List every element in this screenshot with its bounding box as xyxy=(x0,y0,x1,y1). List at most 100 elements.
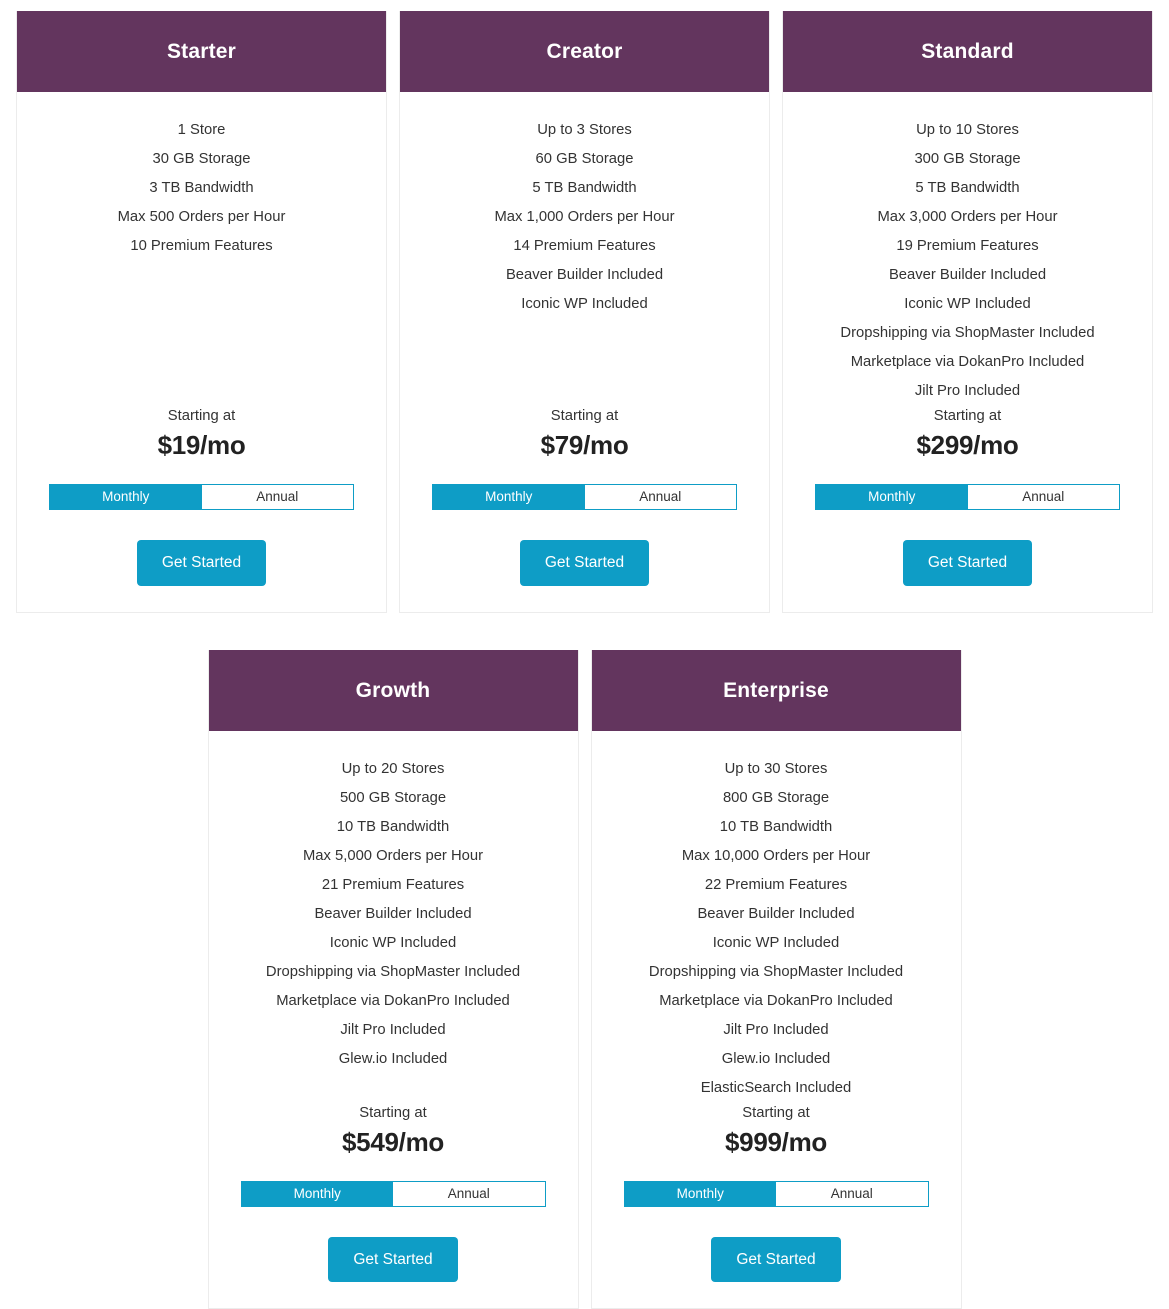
plan-title: Creator xyxy=(546,41,622,62)
billing-term-toggle[interactable]: MonthlyAnnual xyxy=(49,484,354,510)
feature-item: Glew.io Included xyxy=(219,1045,568,1074)
get-started-button[interactable]: Get Started xyxy=(711,1237,840,1283)
price-block: Starting at$299/mo xyxy=(793,406,1142,468)
feature-item: 19 Premium Features xyxy=(793,232,1142,261)
feature-item: Beaver Builder Included xyxy=(602,900,951,929)
feature-list: Up to 30 Stores800 GB Storage10 TB Bandw… xyxy=(602,755,951,1103)
feature-item: Up to 30 Stores xyxy=(602,755,951,784)
feature-item: 21 Premium Features xyxy=(219,871,568,900)
plan-title: Growth xyxy=(356,680,431,701)
feature-item: Iconic WP Included xyxy=(793,290,1142,319)
term-option-monthly[interactable]: Monthly xyxy=(50,485,202,509)
feature-item: Dropshipping via ShopMaster Included xyxy=(219,958,568,987)
feature-item: 10 TB Bandwidth xyxy=(219,813,568,842)
term-option-monthly[interactable]: Monthly xyxy=(625,1182,777,1206)
starting-at-label: Starting at xyxy=(219,1103,568,1123)
cta-container: Get Started xyxy=(219,1207,568,1309)
price-block: Starting at$79/mo xyxy=(410,406,759,468)
pricing-card-creator: Creator Up to 3 Stores60 GB Storage5 TB B… xyxy=(399,11,770,613)
feature-item: Iconic WP Included xyxy=(602,929,951,958)
feature-item: Max 500 Orders per Hour xyxy=(27,203,376,232)
feature-list: Up to 20 Stores500 GB Storage10 TB Bandw… xyxy=(219,755,568,1074)
feature-list: 1 Store30 GB Storage3 TB BandwidthMax 50… xyxy=(27,116,376,261)
feature-item: 500 GB Storage xyxy=(219,784,568,813)
billing-term-toggle[interactable]: MonthlyAnnual xyxy=(241,1181,546,1207)
pricing-table: Starter1 Store30 GB Storage3 TB Bandwidt… xyxy=(0,0,1169,1309)
cta-container: Get Started xyxy=(602,1207,951,1309)
card-body-creator: Up to 3 Stores60 GB Storage5 TB Bandwidt… xyxy=(400,92,769,612)
feature-item: 3 TB Bandwidth xyxy=(27,174,376,203)
card-body-growth: Up to 20 Stores500 GB Storage10 TB Bandw… xyxy=(209,731,578,1309)
feature-item: 800 GB Storage xyxy=(602,784,951,813)
feature-item: 30 GB Storage xyxy=(27,145,376,174)
price-block: Starting at$999/mo xyxy=(602,1103,951,1165)
term-option-annual[interactable]: Annual xyxy=(776,1182,928,1206)
feature-item: 14 Premium Features xyxy=(410,232,759,261)
term-option-annual[interactable]: Annual xyxy=(202,485,354,509)
feature-item: Marketplace via DokanPro Included xyxy=(219,987,568,1016)
get-started-button[interactable]: Get Started xyxy=(328,1237,457,1283)
feature-item: 60 GB Storage xyxy=(410,145,759,174)
pricing-card-growth: Growth Up to 20 Stores500 GB Storage10 TB… xyxy=(208,650,579,1309)
price-block: Starting at$19/mo xyxy=(27,406,376,468)
billing-term-toggle[interactable]: MonthlyAnnual xyxy=(432,484,737,510)
feature-item: Jilt Pro Included xyxy=(219,1016,568,1045)
starting-at-label: Starting at xyxy=(602,1103,951,1123)
feature-item: Max 3,000 Orders per Hour xyxy=(793,203,1142,232)
term-option-annual[interactable]: Annual xyxy=(968,485,1120,509)
price-block: Starting at$549/mo xyxy=(219,1103,568,1165)
price-amount: $79/mo xyxy=(410,428,759,462)
pricing-row-bottom: GrowthUp to 20 Stores500 GB Storage10 TB… xyxy=(0,650,1169,1309)
feature-item: ElasticSearch Included xyxy=(602,1074,951,1103)
price-amount: $999/mo xyxy=(602,1125,951,1159)
billing-term-toggle[interactable]: MonthlyAnnual xyxy=(624,1181,929,1207)
feature-item: 1 Store xyxy=(27,116,376,145)
feature-item: Iconic WP Included xyxy=(410,290,759,319)
cta-container: Get Started xyxy=(793,510,1142,612)
term-option-annual[interactable]: Annual xyxy=(585,485,737,509)
feature-item: 300 GB Storage xyxy=(793,145,1142,174)
card-header-growth: Growth xyxy=(209,650,578,731)
pricing-row-top: Starter1 Store30 GB Storage3 TB Bandwidt… xyxy=(0,11,1169,613)
card-header-enterprise: Enterprise xyxy=(592,650,961,731)
plan-title: Standard xyxy=(921,41,1014,62)
billing-term-toggle[interactable]: MonthlyAnnual xyxy=(815,484,1120,510)
feature-item: 10 Premium Features xyxy=(27,232,376,261)
feature-item: Glew.io Included xyxy=(602,1045,951,1074)
cta-container: Get Started xyxy=(410,510,759,612)
feature-item: Beaver Builder Included xyxy=(410,261,759,290)
starting-at-label: Starting at xyxy=(27,406,376,426)
term-option-monthly[interactable]: Monthly xyxy=(816,485,968,509)
feature-item: Jilt Pro Included xyxy=(602,1016,951,1045)
feature-item: Max 1,000 Orders per Hour xyxy=(410,203,759,232)
card-header-standard: Standard xyxy=(783,11,1152,92)
get-started-button[interactable]: Get Started xyxy=(903,540,1032,586)
feature-item: 5 TB Bandwidth xyxy=(410,174,759,203)
feature-item: Dropshipping via ShopMaster Included xyxy=(793,319,1142,348)
pricing-card-enterprise: Enterprise Up to 30 Stores800 GB Storage1… xyxy=(591,650,962,1309)
feature-item: Iconic WP Included xyxy=(219,929,568,958)
feature-item: Beaver Builder Included xyxy=(219,900,568,929)
price-amount: $549/mo xyxy=(219,1125,568,1159)
card-body-standard: Up to 10 Stores300 GB Storage5 TB Bandwi… xyxy=(783,92,1152,612)
term-option-annual[interactable]: Annual xyxy=(393,1182,545,1206)
term-option-monthly[interactable]: Monthly xyxy=(242,1182,394,1206)
term-option-monthly[interactable]: Monthly xyxy=(433,485,585,509)
cta-container: Get Started xyxy=(27,510,376,612)
feature-item: 22 Premium Features xyxy=(602,871,951,900)
get-started-button[interactable]: Get Started xyxy=(520,540,649,586)
feature-item: Marketplace via DokanPro Included xyxy=(793,348,1142,377)
card-body-starter: 1 Store30 GB Storage3 TB BandwidthMax 50… xyxy=(17,92,386,612)
get-started-button[interactable]: Get Started xyxy=(137,540,266,586)
feature-item: Up to 20 Stores xyxy=(219,755,568,784)
price-amount: $19/mo xyxy=(27,428,376,462)
card-header-creator: Creator xyxy=(400,11,769,92)
feature-item: 5 TB Bandwidth xyxy=(793,174,1142,203)
feature-item: 10 TB Bandwidth xyxy=(602,813,951,842)
pricing-card-standard: Standard Up to 10 Stores300 GB Storage5 T… xyxy=(782,11,1153,613)
feature-list: Up to 3 Stores60 GB Storage5 TB Bandwidt… xyxy=(410,116,759,319)
starting-at-label: Starting at xyxy=(410,406,759,426)
feature-list: Up to 10 Stores300 GB Storage5 TB Bandwi… xyxy=(793,116,1142,406)
feature-item: Up to 10 Stores xyxy=(793,116,1142,145)
starting-at-label: Starting at xyxy=(793,406,1142,426)
